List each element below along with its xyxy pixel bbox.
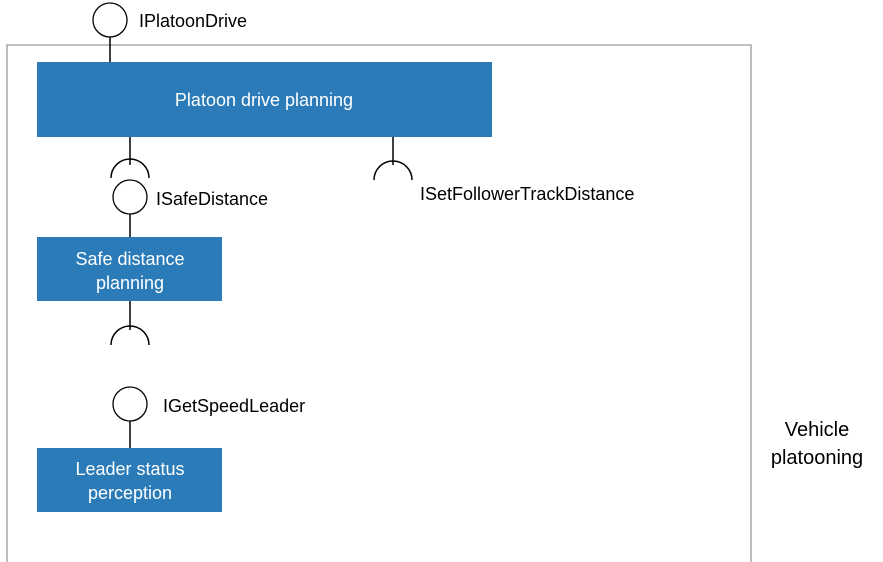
platoon-drive-planning-label: Platoon drive planning <box>175 90 353 110</box>
vehicle-platooning-label-line2: platooning <box>771 447 863 469</box>
get-speed-leader-ball-icon <box>112 386 148 422</box>
safe-distance-planning-label-line2: planning <box>96 273 164 293</box>
igetspeedleader-label: IGetSpeedLeader <box>163 396 305 416</box>
vehicle-platooning-label-line1: Vehicle <box>785 419 850 441</box>
safe-distance-planning-label-line1: Safe distance <box>75 249 184 269</box>
iplatoondrive-label: IPlatoonDrive <box>139 11 247 31</box>
isetfollowertrackdistance-label: ISetFollowerTrackDistance <box>420 184 634 204</box>
isafedistance-label: ISafeDistance <box>156 189 268 209</box>
leader-status-perception-label-line2: perception <box>88 483 172 503</box>
component-diagram: IPlatoonDrive Platoon drive planning ISa… <box>6 2 863 562</box>
safe-distance-ball-icon <box>112 179 148 215</box>
leader-status-perception-label-line1: Leader status <box>75 459 184 479</box>
platoon-drive-ball-icon <box>92 2 128 38</box>
